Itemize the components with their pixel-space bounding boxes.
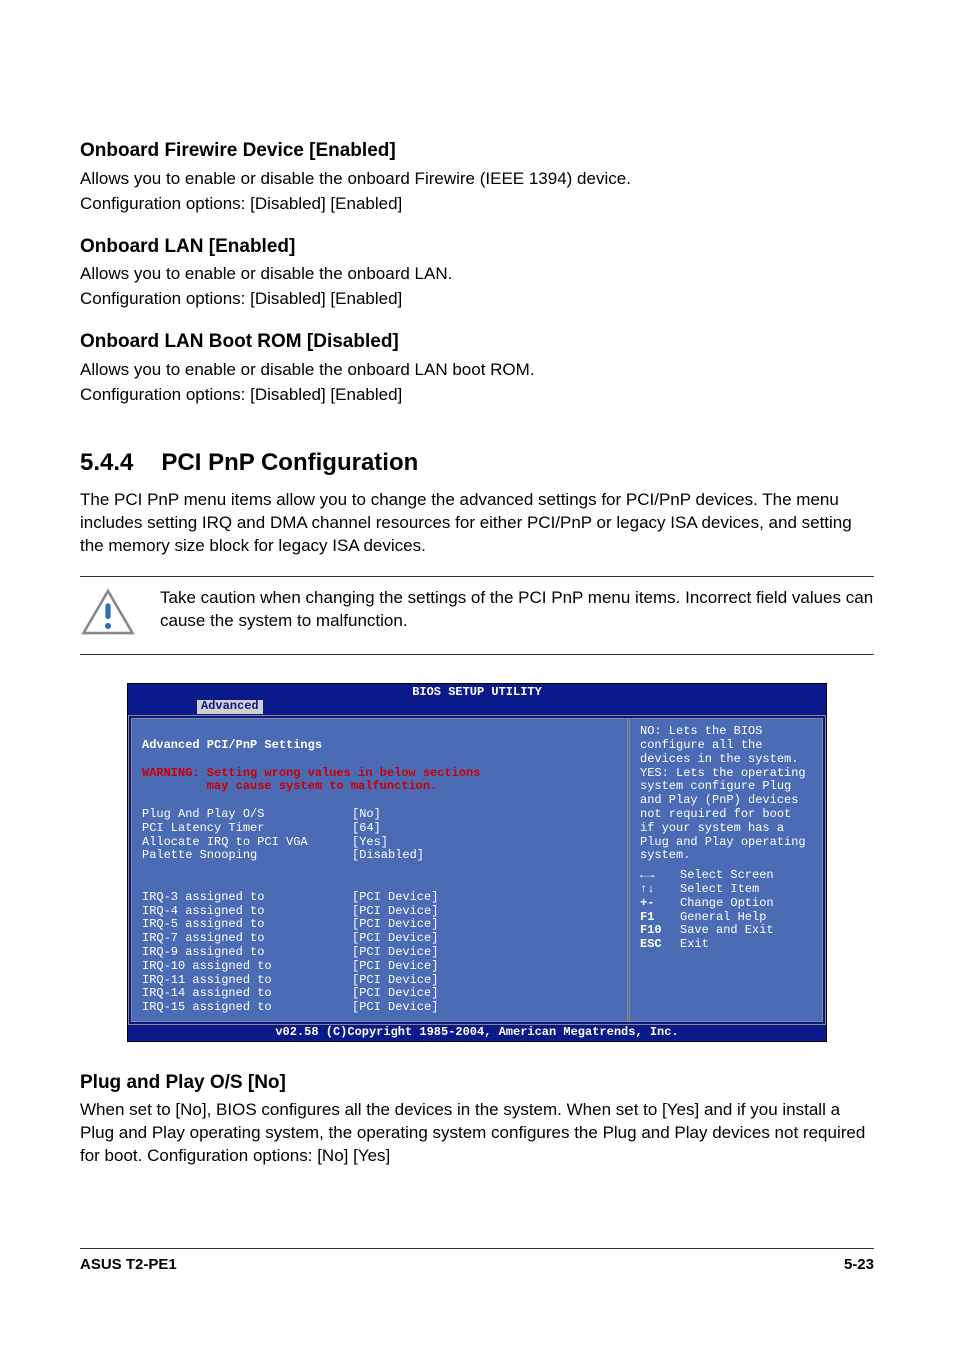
bios-irq-value: [PCI Device]	[352, 1001, 438, 1015]
bios-irq-value: [PCI Device]	[352, 960, 438, 974]
caution-box: Take caution when changing the settings …	[80, 576, 874, 655]
bios-irq-label: IRQ-5 assigned to	[142, 918, 352, 932]
page-footer-right: 5-23	[844, 1255, 874, 1275]
bios-key-desc: Select Item	[680, 883, 759, 897]
heading-firewire: Onboard Firewire Device [Enabled]	[80, 138, 874, 164]
bios-key-row: ↑↓ Select Item	[640, 883, 812, 897]
bios-irq-value: [PCI Device]	[352, 946, 438, 960]
text-lanrom-1: Allows you to enable or disable the onbo…	[80, 359, 874, 382]
bios-key: F10	[640, 924, 674, 938]
bios-irq-row[interactable]: IRQ-14 assigned to[PCI Device]	[142, 987, 617, 1001]
bios-irq-label: IRQ-11 assigned to	[142, 974, 352, 988]
text-lanrom-2: Configuration options: [Disabled] [Enabl…	[80, 384, 874, 407]
bios-irq-value: [PCI Device]	[352, 905, 438, 919]
bios-setting-row[interactable]: Plug And Play O/S[No]	[142, 808, 617, 822]
bios-irq-label: IRQ-15 assigned to	[142, 1001, 352, 1015]
bios-warning-2: may cause system to malfunction.	[142, 779, 437, 793]
bios-irq-row[interactable]: IRQ-7 assigned to[PCI Device]	[142, 932, 617, 946]
bios-setting-label: PCI Latency Timer	[142, 822, 352, 836]
bios-key-row: ←→ Select Screen	[640, 869, 812, 883]
bios-key: F1	[640, 911, 674, 925]
caution-icon	[80, 587, 136, 644]
bios-key-desc: Select Screen	[680, 869, 774, 883]
bios-setting-value: [Disabled]	[352, 849, 424, 863]
bios-key-desc: Exit	[680, 938, 709, 952]
bios-irq-value: [PCI Device]	[352, 987, 438, 1001]
heading-lanrom: Onboard LAN Boot ROM [Disabled]	[80, 329, 874, 355]
bios-screenshot: BIOS SETUP UTILITY Advanced Advanced PCI…	[127, 683, 827, 1042]
bios-help-text: NO: Lets the BIOS configure all the devi…	[640, 725, 812, 863]
bios-titlebar: BIOS SETUP UTILITY Advanced	[128, 684, 826, 716]
bios-key-row: F10 Save and Exit	[640, 924, 812, 938]
page-footer: ASUS T2-PE1 5-23	[80, 1248, 874, 1275]
bios-irq-label: IRQ-7 assigned to	[142, 932, 352, 946]
bios-tab-advanced[interactable]: Advanced	[196, 699, 264, 715]
bios-panel-heading: Advanced PCI/PnP Settings	[142, 738, 322, 752]
bios-title: BIOS SETUP UTILITY	[128, 684, 826, 700]
bios-body: Advanced PCI/PnP Settings WARNING: Setti…	[128, 715, 826, 1025]
bios-irq-label: IRQ-14 assigned to	[142, 987, 352, 1001]
bios-irq-row[interactable]: IRQ-11 assigned to[PCI Device]	[142, 974, 617, 988]
bios-setting-row[interactable]: PCI Latency Timer[64]	[142, 822, 617, 836]
bios-key-desc: General Help	[680, 911, 766, 925]
text-pnp-body: When set to [No], BIOS configures all th…	[80, 1099, 874, 1168]
bios-right-panel: NO: Lets the BIOS configure all the devi…	[630, 719, 822, 1021]
bios-key: ←→	[640, 869, 674, 883]
bios-setting-value: [64]	[352, 822, 381, 836]
bios-left-panel: Advanced PCI/PnP Settings WARNING: Setti…	[132, 719, 630, 1021]
bios-irq-value: [PCI Device]	[352, 932, 438, 946]
bios-key: +-	[640, 897, 674, 911]
heading-major: 5.4.4 PCI PnP Configuration	[80, 447, 874, 479]
heading-major-title: PCI PnP Configuration	[161, 447, 418, 479]
heading-lan: Onboard LAN [Enabled]	[80, 234, 874, 260]
bios-irq-label: IRQ-9 assigned to	[142, 946, 352, 960]
bios-irq-row[interactable]: IRQ-10 assigned to[PCI Device]	[142, 960, 617, 974]
bios-irq-row[interactable]: IRQ-15 assigned to[PCI Device]	[142, 1001, 617, 1015]
bios-setting-label: Palette Snooping	[142, 849, 352, 863]
bios-setting-label: Allocate IRQ to PCI VGA	[142, 836, 352, 850]
bios-setting-value: [No]	[352, 808, 381, 822]
bios-irq-row[interactable]: IRQ-9 assigned to[PCI Device]	[142, 946, 617, 960]
heading-major-num: 5.4.4	[80, 447, 133, 479]
bios-irq-label: IRQ-4 assigned to	[142, 905, 352, 919]
bios-irq-label: IRQ-10 assigned to	[142, 960, 352, 974]
text-firewire-1: Allows you to enable or disable the onbo…	[80, 168, 874, 191]
bios-setting-row[interactable]: Allocate IRQ to PCI VGA[Yes]	[142, 836, 617, 850]
bios-key: ESC	[640, 938, 674, 952]
caution-text: Take caution when changing the settings …	[160, 587, 874, 633]
bios-irq-row[interactable]: IRQ-5 assigned to[PCI Device]	[142, 918, 617, 932]
bios-irq-row[interactable]: IRQ-3 assigned to[PCI Device]	[142, 891, 617, 905]
bios-irq-value: [PCI Device]	[352, 891, 438, 905]
text-lan-1: Allows you to enable or disable the onbo…	[80, 263, 874, 286]
bios-key-row: ESC Exit	[640, 938, 812, 952]
bios-setting-label: Plug And Play O/S	[142, 808, 352, 822]
bios-footer: v02.58 (C)Copyright 1985-2004, American …	[128, 1025, 826, 1041]
text-major-intro: The PCI PnP menu items allow you to chan…	[80, 489, 874, 558]
bios-key-row: +- Change Option	[640, 897, 812, 911]
bios-key-desc: Save and Exit	[680, 924, 774, 938]
bios-irq-value: [PCI Device]	[352, 918, 438, 932]
bios-irq-row[interactable]: IRQ-4 assigned to[PCI Device]	[142, 905, 617, 919]
bios-setting-value: [Yes]	[352, 836, 388, 850]
bios-irq-value: [PCI Device]	[352, 974, 438, 988]
bios-irq-label: IRQ-3 assigned to	[142, 891, 352, 905]
page-footer-left: ASUS T2-PE1	[80, 1255, 177, 1275]
heading-pnp: Plug and Play O/S [No]	[80, 1070, 874, 1096]
text-firewire-2: Configuration options: [Disabled] [Enabl…	[80, 193, 874, 216]
text-lan-2: Configuration options: [Disabled] [Enabl…	[80, 288, 874, 311]
bios-key: ↑↓	[640, 883, 674, 897]
bios-setting-row[interactable]: Palette Snooping[Disabled]	[142, 849, 617, 863]
bios-warning-1: WARNING: Setting wrong values in below s…	[142, 766, 480, 780]
bios-key-desc: Change Option	[680, 897, 774, 911]
bios-key-row: F1 General Help	[640, 911, 812, 925]
